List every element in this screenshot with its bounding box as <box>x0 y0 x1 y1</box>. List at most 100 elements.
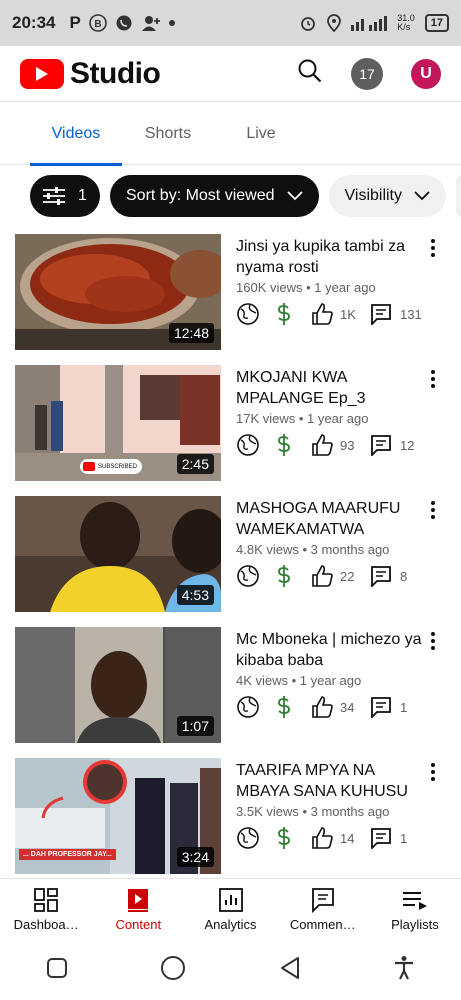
sort-dropdown[interactable]: Sort by: Most viewed <box>110 175 319 217</box>
video-title[interactable]: Mc Mboneka | michezo ya kibaba baba <box>236 629 426 671</box>
comment-count: 1 <box>400 830 408 846</box>
nav-playlists[interactable]: Playlists <box>369 879 461 940</box>
playlists-icon <box>402 892 427 910</box>
tab-videos[interactable]: Videos <box>30 103 122 166</box>
youtube-play-icon <box>20 58 64 89</box>
like-count: 34 <box>340 699 355 715</box>
video-duration: 2:45 <box>176 454 214 474</box>
add-contact-icon <box>141 14 161 32</box>
whatsapp-icon <box>115 14 133 32</box>
content-icon <box>128 889 149 912</box>
youtube-play-icon <box>83 462 95 471</box>
more-options-icon[interactable] <box>425 236 441 260</box>
analytics-icon <box>218 888 243 912</box>
monetization-icon <box>274 433 294 457</box>
thumb-caption: ... DAH PROFESSOR JAY... <box>19 849 116 860</box>
nav-comments[interactable]: Commen… <box>277 879 369 940</box>
video-title[interactable]: Jinsi ya kupika tambi za nyama rosti <box>236 236 426 278</box>
video-title[interactable]: TAARIFA MPYA NA MBAYA SANA KUHUSU P… <box>236 760 426 802</box>
comment-icon <box>370 827 392 849</box>
comment-icon <box>370 696 392 718</box>
public-globe-icon <box>236 302 260 326</box>
video-duration: 4:53 <box>176 585 214 605</box>
tab-live[interactable]: Live <box>232 103 290 165</box>
video-meta: 3.5K views • 3 months ago <box>236 804 390 819</box>
like-icon <box>310 826 334 850</box>
like-icon <box>310 302 334 326</box>
public-globe-icon <box>236 695 260 719</box>
video-item[interactable]: ... DAH PROFESSOR JAY... 3:24 TAARIFA MP… <box>0 756 461 874</box>
status-bar: 20:34 P B 31.0 K/s 17 <box>0 0 461 46</box>
dashboard-icon <box>34 888 58 912</box>
like-count: 1K <box>340 306 356 322</box>
b-icon: B <box>89 14 107 32</box>
video-duration: 12:48 <box>168 323 214 343</box>
filter-button[interactable]: 1 <box>30 175 100 217</box>
sort-label: Sort by: Most viewed <box>126 187 275 204</box>
signal-icon <box>351 15 388 31</box>
comments-icon <box>311 888 334 913</box>
monetization-icon <box>274 564 294 588</box>
like-icon <box>310 433 334 457</box>
studio-logo[interactable]: Studio <box>20 57 161 91</box>
nav-analytics[interactable]: Analytics <box>184 879 276 940</box>
network-speed: 31.0 K/s <box>397 13 415 32</box>
comment-icon <box>370 434 392 456</box>
filter-count: 1 <box>78 187 87 204</box>
comment-icon <box>370 565 392 587</box>
p-icon: P <box>69 13 81 32</box>
chevron-down-icon <box>414 191 430 201</box>
nav-label: Dashboa… <box>13 917 79 932</box>
video-thumbnail[interactable]: ... DAH PROFESSOR JAY... 3:24 <box>15 758 221 874</box>
more-options-icon[interactable] <box>425 760 441 784</box>
accessibility-icon[interactable] <box>393 955 415 986</box>
video-meta: 160K views • 1 year ago <box>236 280 376 295</box>
dot-icon <box>168 20 175 26</box>
recents-icon[interactable] <box>46 957 68 984</box>
alarm-icon <box>299 14 317 32</box>
avatar[interactable]: U <box>411 58 441 89</box>
video-title[interactable]: MKOJANI KWA MPALANGE Ep_3 <box>236 367 426 409</box>
visibility-dropdown[interactable]: Visibility <box>328 175 446 217</box>
subscribed-badge: SUBSCRIBED <box>80 459 143 474</box>
visibility-label: Visibility <box>344 187 403 204</box>
content-tabs: Videos Shorts Live <box>0 103 461 166</box>
video-thumbnail[interactable]: SUBSCRIBED 2:45 <box>15 365 221 481</box>
nav-dashboard[interactable]: Dashboa… <box>0 879 92 940</box>
like-count: 93 <box>340 437 355 453</box>
nav-label: Commen… <box>289 917 356 932</box>
search-icon[interactable] <box>297 58 323 89</box>
video-title[interactable]: MASHOGA MAARUFU WAMEKAMATWA WANAL… <box>236 498 426 540</box>
back-icon[interactable] <box>279 956 301 985</box>
battery-indicator: 17 <box>424 14 449 32</box>
home-icon[interactable] <box>160 955 186 986</box>
more-options-icon[interactable] <box>425 498 441 522</box>
monetization-icon <box>274 302 294 326</box>
app-bar: Studio 17 U <box>0 46 461 102</box>
tab-shorts[interactable]: Shorts <box>130 103 206 165</box>
like-count: 14 <box>340 830 355 846</box>
more-filter-chip[interactable] <box>456 175 461 217</box>
video-stats: 14 1 <box>236 826 407 850</box>
nav-content[interactable]: Content <box>92 879 184 940</box>
nav-label: Analytics <box>204 917 257 932</box>
notifications-button[interactable]: 17 <box>351 57 383 90</box>
video-meta: 17K views • 1 year ago <box>236 411 369 426</box>
comment-count: 8 <box>400 568 408 584</box>
svg-text:B: B <box>94 19 101 30</box>
like-count: 22 <box>340 568 355 584</box>
video-thumbnail[interactable]: 1:07 <box>15 627 221 743</box>
video-item[interactable]: 12:48 Jinsi ya kupika tambi za nyama ros… <box>0 232 461 350</box>
video-item[interactable]: 1:07 Mc Mboneka | michezo ya kibaba baba… <box>0 625 461 743</box>
status-time: 20:34 <box>12 13 56 32</box>
nav-label: Playlists <box>391 917 439 932</box>
chevron-down-icon <box>286 191 303 201</box>
video-thumbnail[interactable]: 4:53 <box>15 496 221 612</box>
bottom-nav: Dashboa… Content Analytics Commen… Playl… <box>0 878 461 940</box>
video-stats: 22 8 <box>236 564 407 588</box>
video-item[interactable]: 4:53 MASHOGA MAARUFU WAMEKAMATWA WANAL… … <box>0 494 461 612</box>
video-thumbnail[interactable]: 12:48 <box>15 234 221 350</box>
more-options-icon[interactable] <box>425 629 441 653</box>
more-options-icon[interactable] <box>425 367 441 391</box>
video-item[interactable]: SUBSCRIBED 2:45 MKOJANI KWA MPALANGE Ep_… <box>0 363 461 481</box>
